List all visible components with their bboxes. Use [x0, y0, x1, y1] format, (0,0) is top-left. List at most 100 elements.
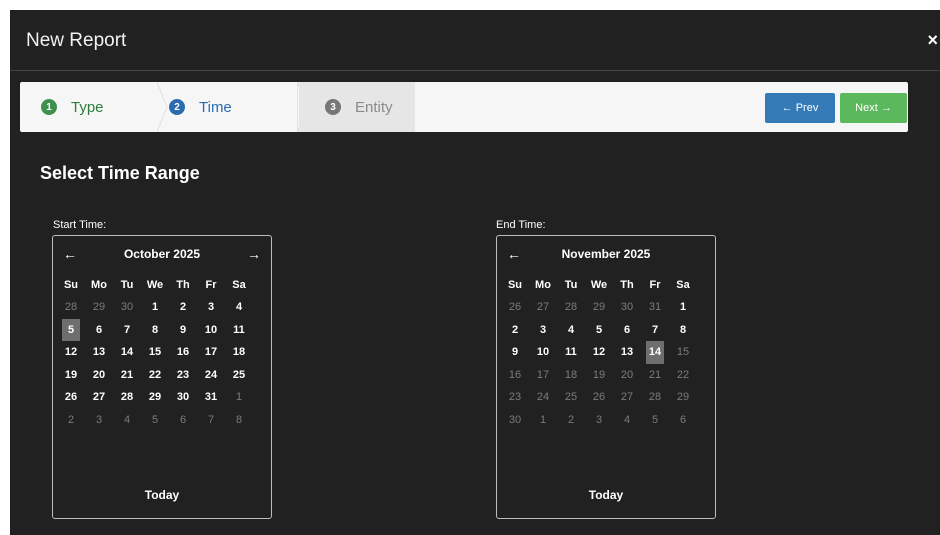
calendar-day[interactable]: 3 [85, 409, 113, 432]
calendar-day[interactable]: 28 [641, 386, 669, 409]
calendar-day[interactable]: 19 [57, 364, 85, 387]
calendar-day[interactable]: 22 [141, 364, 169, 387]
calendar-day[interactable]: 29 [141, 386, 169, 409]
calendar-day[interactable]: 5 [641, 409, 669, 432]
weekday-header: Fr [205, 279, 217, 291]
close-icon[interactable]: × [927, 30, 938, 51]
calendar-day[interactable]: 30 [501, 409, 529, 432]
calendar-day[interactable]: 18 [225, 341, 253, 364]
step-3-badge: 3 [325, 99, 341, 115]
calendar-day[interactable]: 13 [613, 341, 641, 364]
calendar-day[interactable]: 28 [113, 386, 141, 409]
weekday-header: Tu [120, 279, 134, 291]
calendar-day[interactable]: 8 [669, 319, 697, 342]
calendar-day[interactable]: 3 [197, 296, 225, 319]
calendar-day[interactable]: 3 [585, 409, 613, 432]
calendar-day[interactable]: 15 [669, 341, 697, 364]
calendar-day[interactable]: 2 [557, 409, 585, 432]
calendar-day[interactable]: 8 [225, 409, 253, 432]
calendar-day[interactable]: 21 [641, 364, 669, 387]
today-button[interactable]: Today [497, 488, 715, 502]
calendar-day[interactable]: 26 [585, 386, 613, 409]
calendar-day[interactable]: 29 [669, 386, 697, 409]
calendar-day[interactable]: 4 [613, 409, 641, 432]
weekday-header: Tu [564, 279, 578, 291]
calendar-day[interactable]: 17 [529, 364, 557, 387]
calendar-day[interactable]: 4 [113, 409, 141, 432]
calendar-day[interactable]: 23 [501, 386, 529, 409]
calendar-day[interactable]: 7 [197, 409, 225, 432]
calendar-day[interactable]: 28 [557, 296, 585, 319]
calendar-day[interactable]: 10 [197, 319, 225, 342]
calendar-day[interactable]: 26 [501, 296, 529, 319]
calendar-day[interactable]: 18 [557, 364, 585, 387]
calendar-day[interactable]: 30 [613, 296, 641, 319]
today-button[interactable]: Today [53, 488, 271, 502]
calendar-day[interactable]: 27 [613, 386, 641, 409]
prev-button[interactable]: ← Prev [765, 93, 835, 123]
calendar-day[interactable]: 17 [197, 341, 225, 364]
step-time-label: Time [199, 98, 232, 116]
calendar-day[interactable]: 21 [113, 364, 141, 387]
next-button[interactable]: Next → [840, 93, 907, 123]
calendar-day[interactable]: 10 [529, 341, 557, 364]
calendar-day[interactable]: 7 [113, 319, 141, 342]
calendar-day[interactable]: 14 [113, 341, 141, 364]
calendar-day[interactable]: 19 [585, 364, 613, 387]
calendar-day[interactable]: 29 [585, 296, 613, 319]
calendar-day[interactable]: 4 [225, 296, 253, 319]
calendar-day[interactable]: 6 [669, 409, 697, 432]
calendar-day[interactable]: 13 [85, 341, 113, 364]
calendar-day[interactable]: 5 [585, 319, 613, 342]
calendar-day[interactable]: 12 [57, 341, 85, 364]
calendar-day[interactable]: 4 [557, 319, 585, 342]
calendar-day[interactable]: 5 [62, 318, 80, 341]
calendar-day[interactable]: 9 [501, 341, 529, 364]
end-time-label: End Time: [496, 219, 546, 231]
calendar-day[interactable]: 1 [529, 409, 557, 432]
step-entity[interactable]: 3 Entity [299, 82, 415, 132]
calendar-day[interactable]: 2 [501, 319, 529, 342]
calendar-day[interactable]: 11 [225, 319, 253, 342]
calendar-day[interactable]: 26 [57, 386, 85, 409]
calendar-day[interactable]: 8 [141, 319, 169, 342]
calendar-day[interactable]: 5 [141, 409, 169, 432]
calendar-day[interactable]: 24 [529, 386, 557, 409]
calendar-day[interactable]: 27 [85, 386, 113, 409]
calendar-day[interactable]: 27 [529, 296, 557, 319]
calendar-day[interactable]: 9 [169, 319, 197, 342]
calendar-day[interactable]: 28 [57, 296, 85, 319]
calendar-day[interactable]: 30 [113, 296, 141, 319]
calendar-day[interactable]: 25 [557, 386, 585, 409]
calendar-day[interactable]: 7 [641, 319, 669, 342]
next-month-arrow-icon[interactable]: → [247, 246, 261, 262]
calendar-day[interactable]: 1 [669, 296, 697, 319]
calendar-day[interactable]: 6 [169, 409, 197, 432]
calendar-day[interactable]: 22 [669, 364, 697, 387]
calendar-day[interactable]: 23 [169, 364, 197, 387]
calendar-day[interactable]: 20 [613, 364, 641, 387]
step-type[interactable]: 1 Type [20, 82, 168, 132]
calendar-day[interactable]: 25 [225, 364, 253, 387]
calendar-day[interactable]: 29 [85, 296, 113, 319]
calendar-day[interactable]: 3 [529, 319, 557, 342]
calendar-day[interactable]: 6 [613, 319, 641, 342]
calendar-day[interactable]: 1 [225, 386, 253, 409]
calendar-day[interactable]: 2 [169, 296, 197, 319]
calendar-day[interactable]: 24 [197, 364, 225, 387]
calendar-day[interactable]: 30 [169, 386, 197, 409]
step-time[interactable]: 2 Time [159, 82, 310, 132]
calendar-day[interactable]: 2 [57, 409, 85, 432]
calendar-day[interactable]: 12 [585, 341, 613, 364]
calendar-day[interactable]: 14 [646, 341, 664, 364]
calendar-day[interactable]: 6 [85, 319, 113, 342]
calendar-day[interactable]: 1 [141, 296, 169, 319]
weekday-header: Mo [91, 279, 107, 291]
calendar-day[interactable]: 16 [169, 341, 197, 364]
calendar-day[interactable]: 31 [641, 296, 669, 319]
calendar-day[interactable]: 20 [85, 364, 113, 387]
calendar-day[interactable]: 31 [197, 386, 225, 409]
calendar-day[interactable]: 16 [501, 364, 529, 387]
calendar-day[interactable]: 11 [557, 341, 585, 364]
calendar-day[interactable]: 15 [141, 341, 169, 364]
